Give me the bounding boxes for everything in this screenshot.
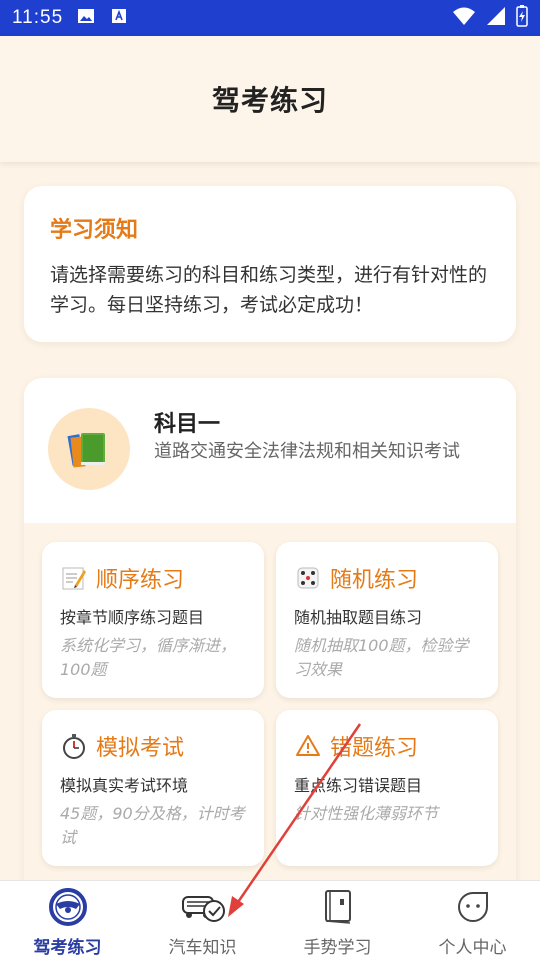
- subject-title: 科目一: [154, 412, 221, 437]
- nav-label: 手势学习: [303, 938, 372, 958]
- signal-icon: [486, 6, 506, 30]
- page-title: 驾考练习: [211, 84, 328, 117]
- dice-icon: [294, 564, 322, 592]
- book-icon: [315, 887, 361, 927]
- stopwatch-icon: [60, 732, 88, 760]
- tile-subtitle: 重点练习错误题目: [294, 776, 423, 795]
- nav-label: 汽车知识: [168, 938, 237, 958]
- steering-wheel-icon: [45, 887, 91, 927]
- smiley-face-icon: [450, 887, 496, 927]
- notice-title: 学习须知: [50, 218, 139, 243]
- app-header: 驾考练习: [0, 36, 540, 162]
- notice-body: 请选择需要练习的科目和练习类型，进行有针对性的学习。每日坚持练习，考试必定成功！: [50, 264, 488, 316]
- wifi-icon: [452, 6, 476, 30]
- nav-label: 个人中心: [438, 938, 507, 958]
- tile-subtitle: 按章节顺序练习题目: [60, 608, 205, 627]
- status-bar: 11:55: [0, 0, 540, 36]
- books-icon: [48, 408, 130, 490]
- nav-item-car-knowledge[interactable]: 汽车知识: [135, 881, 270, 960]
- tile-note: 45题，90分及格，计时考试: [60, 804, 245, 847]
- tile-title: 模拟考试: [96, 736, 185, 761]
- notice-card: 学习须知 请选择需要练习的科目和练习类型，进行有针对性的学习。每日坚持练习，考试…: [24, 186, 516, 342]
- practice-grid: 顺序练习 按章节顺序练习题目 系统化学习，循序渐进，100题 随机练习 随机抽取…: [24, 523, 516, 898]
- tile-subtitle: 模拟真实考试环境: [60, 776, 189, 795]
- nav-item-driving-practice[interactable]: 驾考练习: [0, 881, 135, 960]
- nav-item-gesture-learning[interactable]: 手势学习: [270, 881, 405, 960]
- tile-note: 系统化学习，循序渐进，100题: [60, 636, 237, 679]
- tile-note: 随机抽取100题，检验学习效果: [294, 636, 469, 679]
- nav-item-profile[interactable]: 个人中心: [405, 881, 540, 960]
- battery-icon: [516, 5, 528, 31]
- tile-wrong-questions[interactable]: 错题练习 重点练习错误题目 针对性强化薄弱环节: [276, 710, 498, 866]
- car-check-icon: [180, 887, 226, 927]
- subject-description: 道路交通安全法律法规和相关知识考试: [154, 441, 460, 462]
- subject-header[interactable]: 科目一 道路交通安全法律法规和相关知识考试: [24, 378, 516, 523]
- tile-title: 随机练习: [330, 568, 419, 593]
- tile-title: 顺序练习: [96, 568, 185, 593]
- tile-note: 针对性强化薄弱环节: [294, 804, 439, 823]
- memo-icon: [60, 564, 88, 592]
- subject-card: 科目一 道路交通安全法律法规和相关知识考试 顺序练习 按章节顺序练习题目 系统化…: [24, 378, 516, 898]
- bottom-nav: 驾考练习 汽车知识 手势学习 个人中心: [0, 880, 540, 960]
- nav-label: 驾考练习: [33, 938, 102, 958]
- warning-icon: [294, 732, 322, 760]
- text-notification-icon: [111, 8, 127, 28]
- tile-random-practice[interactable]: 随机练习 随机抽取题目练习 随机抽取100题，检验学习效果: [276, 542, 498, 698]
- tile-title: 错题练习: [330, 736, 419, 761]
- tile-sequential-practice[interactable]: 顺序练习 按章节顺序练习题目 系统化学习，循序渐进，100题: [42, 542, 264, 698]
- tile-mock-exam[interactable]: 模拟考试 模拟真实考试环境 45题，90分及格，计时考试: [42, 710, 264, 866]
- status-time: 11:55: [12, 7, 64, 28]
- image-notification-icon: [77, 8, 95, 28]
- tile-subtitle: 随机抽取题目练习: [294, 608, 423, 627]
